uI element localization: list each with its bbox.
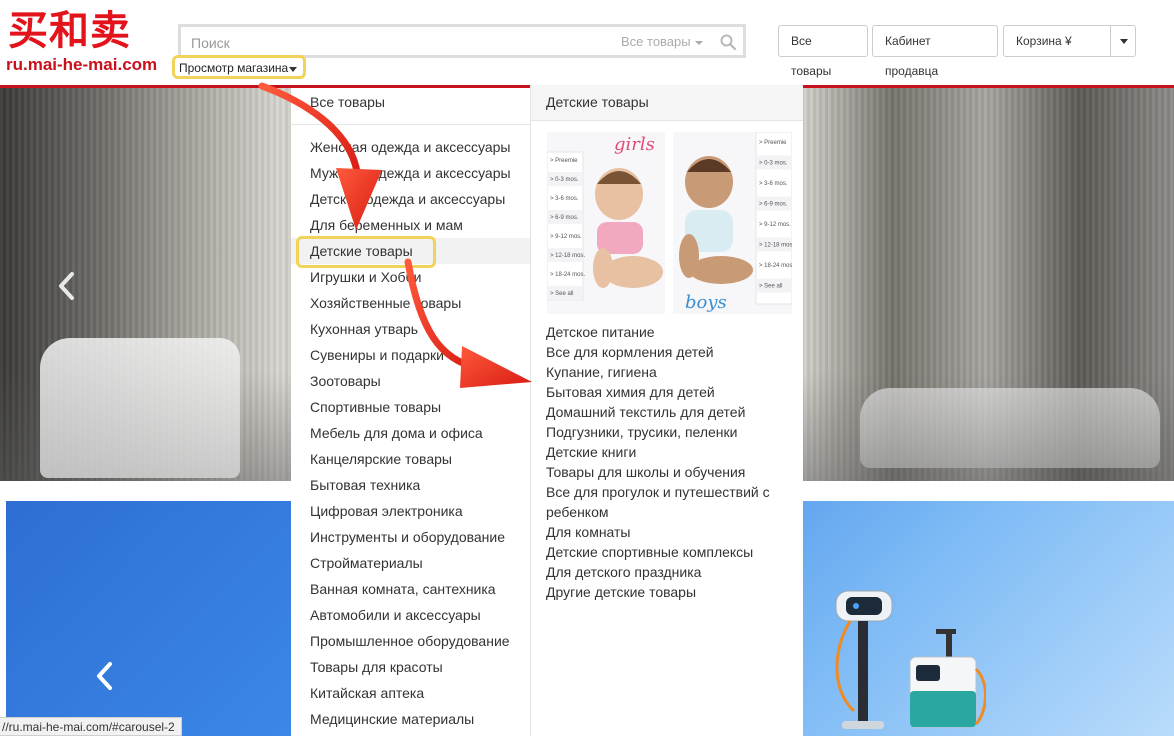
size-tag: > 3-6 mos. [550, 196, 579, 202]
girls-label: girls [614, 134, 655, 155]
category-item[interactable]: Для беременных и мам [291, 212, 530, 238]
category-item[interactable]: Кухонная утварь [291, 316, 530, 342]
cart-dropdown-toggle[interactable] [1110, 25, 1136, 57]
browse-store-label: Просмотр магазина [179, 61, 289, 75]
subcategory-item[interactable]: Для детского праздника [546, 562, 791, 582]
category-item[interactable]: Инструменты и оборудование [291, 524, 530, 550]
site-header: 买和卖 ru.mai-he-mai.com Все товары Просмот… [0, 0, 1174, 88]
subcategory-item[interactable]: Детские спортивные комплексы [546, 542, 791, 562]
category-item[interactable]: Медицинские материалы [291, 706, 530, 732]
size-tag: > 18-24 mos. [550, 272, 586, 278]
chevron-down-icon [1120, 39, 1128, 44]
category-item[interactable]: Цифровая электроника [291, 498, 530, 524]
subcategory-item[interactable]: Для комнаты [546, 522, 791, 542]
category-list: Женская одежда и аксессуары Мужская одежд… [291, 134, 530, 732]
carousel-2-prev-icon[interactable] [94, 661, 114, 691]
subcategory-item[interactable]: Детское питание [546, 322, 791, 342]
size-tag: > Preemie [759, 140, 787, 146]
logo-url-text: ru.mai-he-mai.com [6, 55, 158, 74]
category-menu: Все товары Женская одежда и аксессуары Му… [291, 88, 530, 736]
category-item[interactable]: Сувениры и подарки [291, 342, 530, 368]
subcategory-item[interactable]: Бытовая химия для детей [546, 382, 791, 402]
size-tag: > 12-18 mos. [550, 253, 586, 259]
chevron-down-icon [694, 40, 703, 45]
category-item[interactable]: Мужская одежда и аксессуары [291, 160, 530, 186]
size-tag: > 12-18 mos. [759, 243, 792, 249]
subcategory-item[interactable]: Все для кормления детей [546, 342, 791, 362]
size-tag: > 9-12 mos. [759, 222, 791, 228]
all-products-button[interactable]: Все товары [778, 25, 868, 78]
category-item[interactable]: Спортивные товары [291, 394, 530, 420]
site-logo[interactable]: 买和卖 ru.mai-he-mai.com [6, 7, 166, 76]
size-tag: > 6-9 mos. [759, 202, 788, 208]
size-tag: > See all [759, 284, 783, 290]
size-tag: > 9-12 mos. [550, 234, 582, 240]
category-item[interactable]: Мебель для дома и офиса [291, 420, 530, 446]
search-icon[interactable] [719, 33, 737, 51]
menu-all-products[interactable]: Все товары [310, 94, 385, 110]
subcategory-item[interactable]: Домашний текстиль для детей [546, 402, 791, 422]
category-item[interactable]: Автомобили и аксессуары [291, 602, 530, 628]
category-item[interactable]: Товары для красоты [291, 654, 530, 680]
portable-charger-image [909, 629, 986, 728]
category-item[interactable]: Промышленное оборудование [291, 628, 530, 654]
category-item[interactable]: Хозяйственные товары [291, 290, 530, 316]
subcategory-list: Детское питание Все для кормления детей Ку… [546, 322, 791, 602]
search-bar: Все товары [178, 24, 746, 58]
size-tag: > 6-9 mos. [550, 215, 579, 221]
subcategory-panel: Детские товары > Preemie > 0-3 mos. > 3-6 … [530, 85, 803, 736]
search-category-label: Все товары [621, 34, 691, 49]
browse-store-button[interactable]: Просмотр магазина [172, 55, 306, 79]
banner-van-shape [40, 338, 240, 478]
category-item[interactable]: Детская одежда и аксессуары [291, 186, 530, 212]
subcategory-item[interactable]: Подгузники, трусики, пеленки [546, 422, 791, 442]
size-tag: > See all [550, 291, 574, 297]
subcategory-item[interactable]: Другие детские товары [546, 582, 791, 602]
cart-button[interactable]: Корзина ¥ [1003, 25, 1111, 57]
category-item[interactable]: Игрушки и Хобби [291, 264, 530, 290]
category-item[interactable]: Зоотовары [291, 368, 530, 394]
category-item[interactable]: Канцелярские товары [291, 446, 530, 472]
subcategory-item[interactable]: Все для прогулок и путешествий с ребенко… [546, 482, 791, 522]
menu-divider [291, 124, 530, 125]
subcategory-title: Детские товары [546, 94, 649, 110]
chevron-down-icon [289, 67, 297, 72]
status-bar-url: //ru.mai-he-mai.com/#carousel-2 [0, 717, 182, 736]
carousel-prev-icon[interactable] [56, 271, 76, 301]
category-item[interactable]: Китайская аптека [291, 680, 530, 706]
subcategory-item[interactable]: Товары для школы и обучения [546, 462, 791, 482]
category-item[interactable]: Бытовая техника [291, 472, 530, 498]
category-item[interactable]: Женская одежда и аксессуары [291, 134, 530, 160]
size-tag: > 18-24 mos. [759, 263, 792, 269]
logo-chinese-text: 买和卖 [8, 7, 131, 54]
kids-clothing-image[interactable]: > Preemie > 0-3 mos. > 3-6 mos. > 6-9 mos. >… [547, 132, 792, 314]
search-input[interactable] [189, 30, 593, 56]
boys-label: boys [685, 292, 727, 313]
subcategory-item[interactable]: Купание, гигиена [546, 362, 791, 382]
subcategory-header: Детские товары [531, 85, 803, 121]
subcategory-item[interactable]: Детские книги [546, 442, 791, 462]
size-tag: > 0-3 mos. [759, 161, 788, 167]
category-item[interactable]: Детские товары [291, 238, 530, 264]
seller-cabinet-button[interactable]: Кабинет продавца [872, 25, 998, 78]
size-tag: > 0-3 mos. [550, 177, 579, 183]
ev-charger-image [835, 590, 893, 729]
search-category-select[interactable]: Все товары [621, 34, 703, 49]
size-tag: > Preemie [550, 158, 578, 164]
category-item[interactable]: Ванная комната, сантехника [291, 576, 530, 602]
banner-car-shape [860, 388, 1160, 468]
category-item[interactable]: Стройматериалы [291, 550, 530, 576]
size-tag: > 3-6 mos. [759, 181, 788, 187]
